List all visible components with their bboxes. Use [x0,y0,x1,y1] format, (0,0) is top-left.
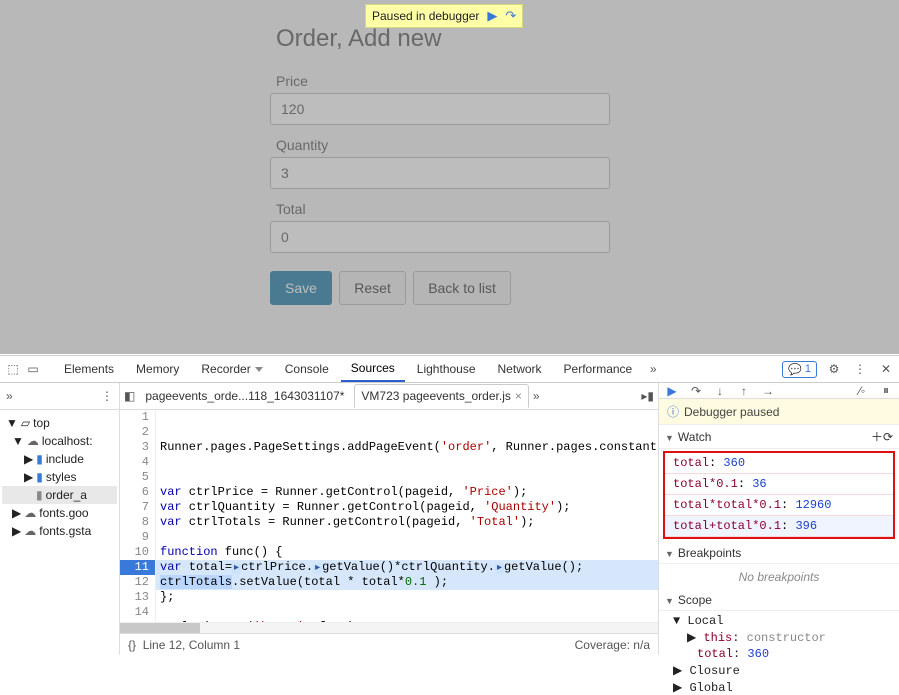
nav-more-icon[interactable]: » [6,389,13,403]
code-editor: ◧ pageevents_orde...118_1643031107* VM72… [120,383,659,655]
add-watch-icon[interactable]: ＋ [871,428,883,445]
tab-lighthouse[interactable]: Lighthouse [407,357,486,381]
file-more-icon[interactable]: » [533,389,540,403]
sources-navigator: » ⋮ ▼▱top ▼☁localhost: ▶▮include ▶▮style… [0,383,120,655]
devtools-panel: ⬚ ▭ Elements Memory Recorder Console Sou… [0,355,899,655]
file-tab-1[interactable]: pageevents_orde...118_1643031107* [139,385,350,407]
debugger-paused-banner: ⓘDebugger paused [659,399,899,425]
more-tabs-icon[interactable]: » [644,362,662,376]
line-gutter[interactable]: 1234567891011121314151617 [120,410,156,622]
watch-row[interactable]: total: 360 [665,453,893,474]
watch-header[interactable]: Watch ＋ ⟳ [659,425,899,449]
watch-row[interactable]: total+total*0.1: 396 [665,516,893,537]
watch-row[interactable]: total*total*0.1: 12960 [665,495,893,516]
file-tab-2[interactable]: VM723 pageevents_order.js× [354,384,528,408]
debugger-toolbar: ▶ ↷ ↓ ↑ → ⁄◦ ⏸ [659,383,899,399]
gear-icon[interactable]: ⚙ [825,362,843,376]
scope-header[interactable]: Scope [659,590,899,611]
code-area[interactable]: 1234567891011121314151617 Runner.pages.P… [120,410,658,622]
step-over-icon[interactable]: ↷ [505,8,516,24]
editor-status-bar: {} Line 12, Column 1 Coverage: n/a [120,633,658,655]
device-toggle-icon[interactable]: ▭ [24,362,42,376]
tab-recorder[interactable]: Recorder [191,357,272,381]
tab-network[interactable]: Network [488,357,552,381]
tab-console[interactable]: Console [275,357,339,381]
step-into-icon[interactable]: ↓ [713,384,727,398]
tab-elements[interactable]: Elements [54,357,124,381]
close-icon[interactable]: ✕ [877,362,895,376]
horizontal-scrollbar[interactable] [120,622,658,633]
inspect-icon[interactable]: ⬚ [4,362,22,376]
breakpoints-header[interactable]: Breakpoints [659,543,899,564]
code-lines[interactable]: Runner.pages.PageSettings.addPageEvent('… [156,410,658,622]
paused-debugger-badge: Paused in debugger ▶ ↷ [365,4,523,28]
watch-expressions: total: 360 total*0.1: 36 total*total*0.1… [663,451,895,539]
nav-menu-icon[interactable]: ⋮ [101,389,113,403]
tab-memory[interactable]: Memory [126,357,189,381]
kebab-icon[interactable]: ⋮ [851,362,869,376]
close-tab-icon[interactable]: × [515,389,522,403]
dim-overlay [0,0,899,354]
resume-icon[interactable]: ▶ [487,8,497,24]
run-snippet-icon[interactable]: ▸▮ [641,389,654,403]
devtools-tabs: ⬚ ▭ Elements Memory Recorder Console Sou… [0,356,899,383]
paused-text: Paused in debugger [372,9,479,23]
step-icon[interactable]: → [761,384,775,398]
console-message-count[interactable]: 💬1 [782,361,817,378]
step-over-icon[interactable]: ↷ [689,384,703,398]
resume-icon[interactable]: ▶ [665,384,679,398]
no-breakpoints-text: No breakpoints [659,564,899,590]
tab-performance[interactable]: Performance [554,357,643,381]
scope-body[interactable]: ▼ Local ▶ this: constructor total: 360 ▶… [659,611,899,695]
file-nav-icon[interactable]: ◧ [124,389,135,403]
debugger-sidebar: ▶ ↷ ↓ ↑ → ⁄◦ ⏸ ⓘDebugger paused Watch ＋ … [659,383,899,655]
file-tree[interactable]: ▼▱top ▼☁localhost: ▶▮include ▶▮styles ▮o… [0,410,119,544]
pause-exceptions-icon[interactable]: ⏸ [879,383,893,398]
step-out-icon[interactable]: ↑ [737,384,751,398]
tab-sources[interactable]: Sources [341,356,405,382]
watch-row[interactable]: total*0.1: 36 [665,474,893,495]
refresh-watch-icon[interactable]: ⟳ [883,430,893,444]
deactivate-bp-icon[interactable]: ⁄◦ [855,384,869,398]
